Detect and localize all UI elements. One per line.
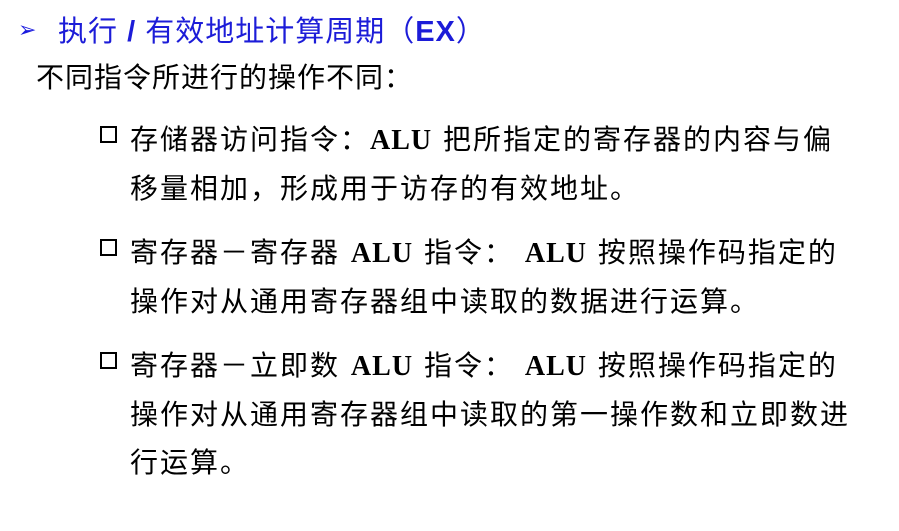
list-item-text: 存储器访问指令：ALU 把所指定的寄存器的内容与偏移量相加，形成用于访存的有效地… (130, 116, 860, 213)
slide-subtitle: 不同指令所进行的操作不同： (36, 61, 414, 94)
item-segment-alu: ALU (350, 238, 414, 269)
list-item-memory-access: 存储器访问指令：ALU 把所指定的寄存器的内容与偏移量相加，形成用于访存的有效地… (100, 116, 870, 213)
title-abbreviation: EX (415, 16, 456, 48)
item-segment: 寄存器－寄存器 (130, 236, 341, 269)
title-part-1: 执行 (58, 14, 119, 48)
list-item-register-register: 寄存器－寄存器 ALU 指令： ALU 按照操作码指定的操作对从通用寄存器组中读… (100, 229, 870, 326)
item-segment-alu: ALU (524, 238, 587, 269)
slide-header: ➢ 执行 / 有效地址计算周期（EX） (18, 8, 486, 50)
item-segment-alu: ALU (524, 351, 587, 382)
item-segment: 指令： (423, 236, 514, 269)
item-segment-alu: ALU (350, 351, 414, 382)
item-segment: 寄存器－立即数 (130, 349, 341, 382)
title-slash: / (118, 16, 146, 48)
item-segment: 存储器访问指令： (130, 123, 371, 156)
item-segment-alu: ALU (370, 125, 433, 156)
list-item-text: 寄存器－寄存器 ALU 指令： ALU 按照操作码指定的操作对从通用寄存器组中读… (130, 229, 860, 326)
square-bullet-icon (100, 239, 117, 256)
list-item-register-immediate: 寄存器－立即数 ALU 指令： ALU 按照操作码指定的操作对从通用寄存器组中读… (100, 342, 870, 487)
square-bullet-icon (100, 126, 117, 143)
arrowhead-right-icon: ➢ (18, 17, 37, 43)
slide-title: 执行 / 有效地址计算周期（EX） (58, 8, 486, 50)
title-close-paren: ） (455, 14, 486, 48)
item-segment: 指令： (423, 349, 514, 382)
square-bullet-icon (100, 352, 117, 369)
bullet-list: 存储器访问指令：ALU 把所指定的寄存器的内容与偏移量相加，形成用于访存的有效地… (100, 116, 870, 503)
title-part-2: 有效地址计算周期（ (145, 14, 416, 48)
list-item-text: 寄存器－立即数 ALU 指令： ALU 按照操作码指定的操作对从通用寄存器组中读… (130, 342, 860, 487)
